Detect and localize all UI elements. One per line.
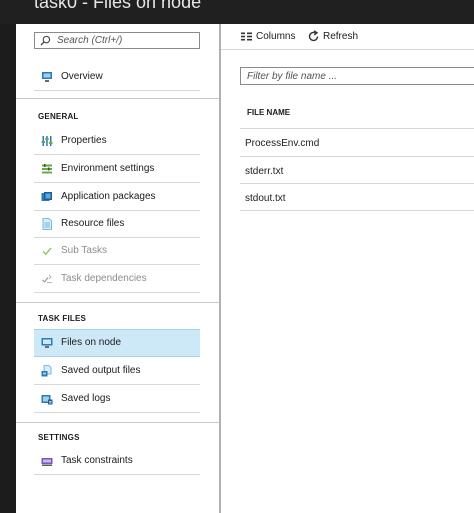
file-filter[interactable]: [240, 67, 474, 85]
section-separator: [16, 98, 219, 99]
toolbar: Columns Refresh: [221, 24, 474, 50]
sidebar-item-label: Properties: [61, 135, 107, 146]
table-row[interactable]: stdout.txt: [240, 183, 474, 211]
sidebar-item-properties[interactable]: Properties: [34, 128, 200, 155]
refresh-icon: [308, 30, 319, 42]
refresh-label: Refresh: [323, 31, 359, 42]
columns-icon: [241, 32, 252, 41]
sidebar-item-label: Saved logs: [61, 393, 111, 404]
sidebar-item-label: Saved output files: [61, 365, 141, 376]
table-row[interactable]: ProcessEnv.cmd: [240, 128, 474, 156]
overview-icon: [42, 72, 52, 82]
resource-files-icon: [42, 218, 52, 230]
file-name-cell[interactable]: stdout.txt: [245, 193, 286, 204]
sidebar-item-label: Application packages: [61, 191, 156, 202]
node-files-icon: [41, 338, 53, 348]
dependencies-icon: [42, 274, 52, 283]
saved-logs-icon: [41, 395, 53, 405]
sidebar-item-task-dependencies[interactable]: Task dependencies: [34, 266, 200, 293]
window-title: task0 - Files on node: [34, 0, 202, 12]
section-header-task-files: TASK FILES: [38, 314, 87, 323]
sidebar-item-label: Environment settings: [61, 163, 155, 174]
search-input[interactable]: [57, 33, 197, 48]
section-separator: [16, 422, 219, 423]
filter-input[interactable]: [247, 69, 467, 83]
sidebar-item-label: Files on node: [61, 337, 122, 348]
sidebar-item-saved-output-files[interactable]: Saved output files: [34, 358, 200, 385]
sidebar-item-environment-settings[interactable]: Environment settings: [34, 156, 200, 183]
section-header-general: GENERAL: [38, 112, 79, 121]
sidebar-item-label: Task constraints: [61, 455, 133, 466]
columns-label: Columns: [256, 31, 296, 42]
file-name-cell[interactable]: stderr.txt: [245, 166, 283, 177]
window-titlebar: task0 - Files on node: [0, 0, 474, 24]
saved-output-icon: [41, 365, 52, 377]
sidebar-item-label: Resource files: [61, 218, 125, 229]
sidebar-item-label: Task dependencies: [61, 273, 147, 284]
properties-icon: [41, 136, 53, 146]
columns-button[interactable]: Columns: [240, 30, 300, 44]
files-pane: Columns Refresh FILE NAME ProcessEnv.cmd…: [221, 24, 474, 513]
sidebar-item-task-constraints[interactable]: Task constraints: [34, 448, 200, 475]
sidebar: Overview GENERAL Properties Environment …: [16, 24, 219, 513]
table-row[interactable]: stderr.txt: [240, 156, 474, 184]
sidebar-item-files-on-node[interactable]: Files on node: [34, 329, 200, 357]
check-icon: [42, 247, 52, 256]
search-icon: [40, 35, 51, 46]
sidebar-item-resource-files[interactable]: Resource files: [34, 211, 200, 238]
file-name-cell[interactable]: ProcessEnv.cmd: [245, 138, 319, 149]
sidebar-item-overview[interactable]: Overview: [34, 64, 200, 91]
constraints-icon: [41, 458, 53, 466]
sidebar-item-saved-logs[interactable]: Saved logs: [34, 386, 200, 413]
section-header-settings: SETTINGS: [38, 433, 80, 442]
sidebar-item-label: Overview: [61, 71, 103, 82]
packages-icon: [41, 192, 52, 201]
sidebar-search[interactable]: [34, 32, 200, 49]
section-separator: [16, 302, 219, 303]
sidebar-item-label: Sub Tasks: [61, 245, 107, 256]
left-edge: [0, 24, 16, 513]
sidebar-item-sub-tasks[interactable]: Sub Tasks: [34, 238, 200, 265]
environment-icon: [42, 164, 52, 174]
column-header-file-name[interactable]: FILE NAME: [247, 108, 290, 117]
sidebar-item-application-packages[interactable]: Application packages: [34, 184, 200, 211]
refresh-button[interactable]: Refresh: [307, 30, 365, 44]
